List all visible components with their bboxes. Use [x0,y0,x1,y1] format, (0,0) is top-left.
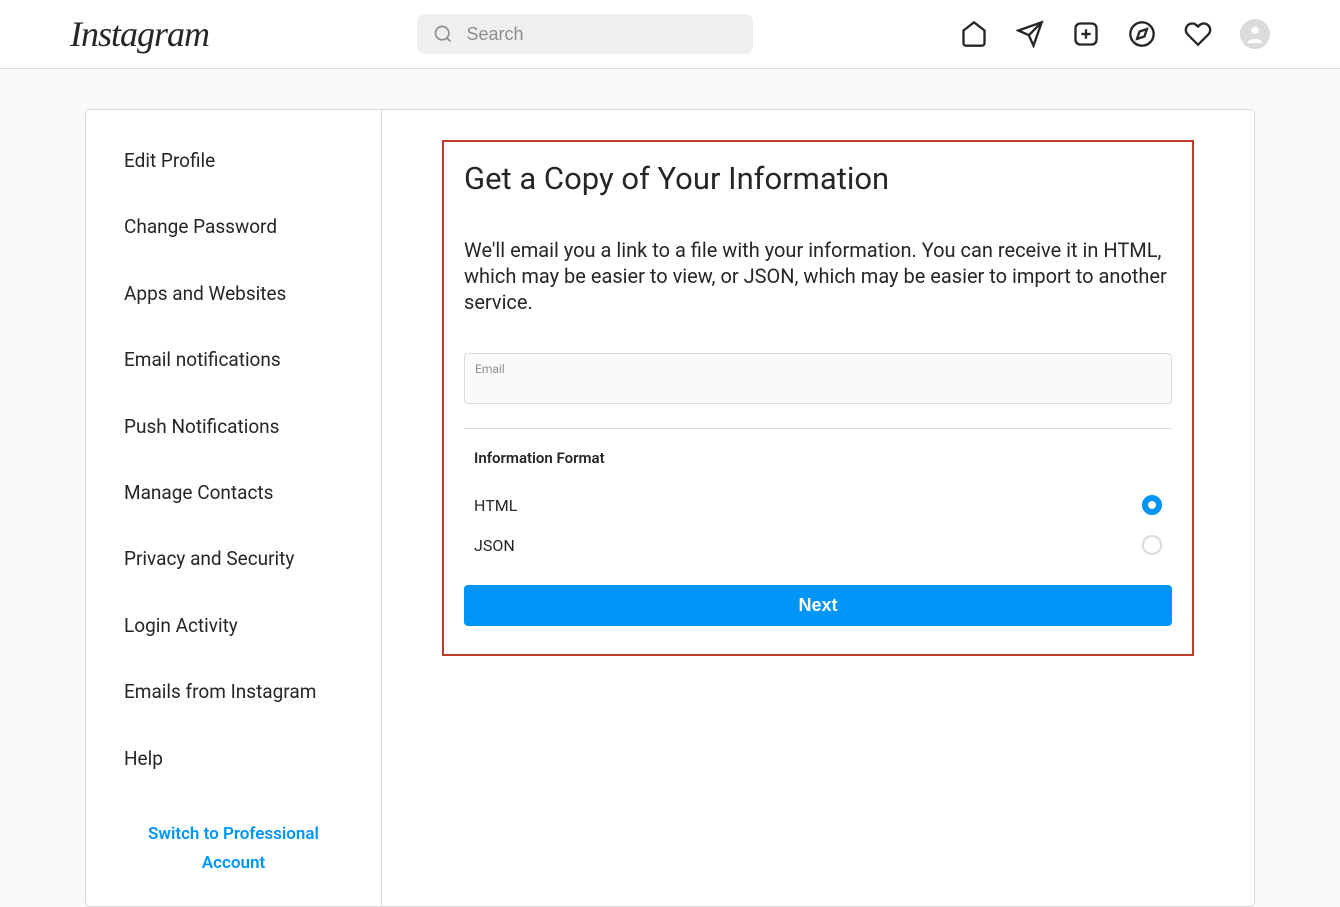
sidebar-item-email-notifications[interactable]: Email notifications [86,327,381,393]
format-option-label: HTML [474,496,517,515]
format-label: Information Format [464,449,1172,467]
explore-icon[interactable] [1128,20,1156,48]
instagram-logo[interactable]: Instagram [70,13,209,55]
radio-selected-icon [1142,495,1162,515]
sidebar-item-privacy-security[interactable]: Privacy and Security [86,526,381,592]
sidebar-item-apps-websites[interactable]: Apps and Websites [86,261,381,327]
nav-icons [960,19,1270,49]
email-input[interactable] [475,378,1161,395]
sidebar-item-push-notifications[interactable]: Push Notifications [86,394,381,460]
search-box[interactable] [417,14,753,54]
download-data-panel: Get a Copy of Your Information We'll ema… [442,140,1194,656]
sidebar-item-help[interactable]: Help [86,726,381,792]
messages-icon[interactable] [1016,20,1044,48]
settings-sidebar: Edit Profile Change Password Apps and We… [86,110,382,906]
format-option-json[interactable]: JSON [464,525,1172,565]
divider [464,428,1172,429]
page-description: We'll email you a link to a file with yo… [464,237,1172,315]
sidebar-item-emails-instagram[interactable]: Emails from Instagram [86,659,381,725]
email-field-wrapper[interactable]: Email [464,353,1172,404]
sidebar-item-manage-contacts[interactable]: Manage Contacts [86,460,381,526]
next-button[interactable]: Next [464,585,1172,626]
create-icon[interactable] [1072,20,1100,48]
radio-unselected-icon [1142,535,1162,555]
format-option-html[interactable]: HTML [464,485,1172,525]
format-option-label: JSON [474,536,515,555]
email-label: Email [475,362,1161,376]
main-content: Get a Copy of Your Information We'll ema… [382,110,1254,906]
search-input[interactable] [467,24,737,45]
page-title: Get a Copy of Your Information [464,160,1172,197]
home-icon[interactable] [960,20,988,48]
sidebar-item-edit-profile[interactable]: Edit Profile [86,128,381,194]
sidebar-item-change-password[interactable]: Change Password [86,194,381,260]
header: Instagram [0,0,1340,69]
activity-icon[interactable] [1184,20,1212,48]
search-icon [433,24,453,44]
sidebar-item-login-activity[interactable]: Login Activity [86,593,381,659]
settings-container: Edit Profile Change Password Apps and We… [85,109,1255,907]
avatar[interactable] [1240,19,1270,49]
switch-professional-link[interactable]: Switch to Professional Account [86,792,381,906]
